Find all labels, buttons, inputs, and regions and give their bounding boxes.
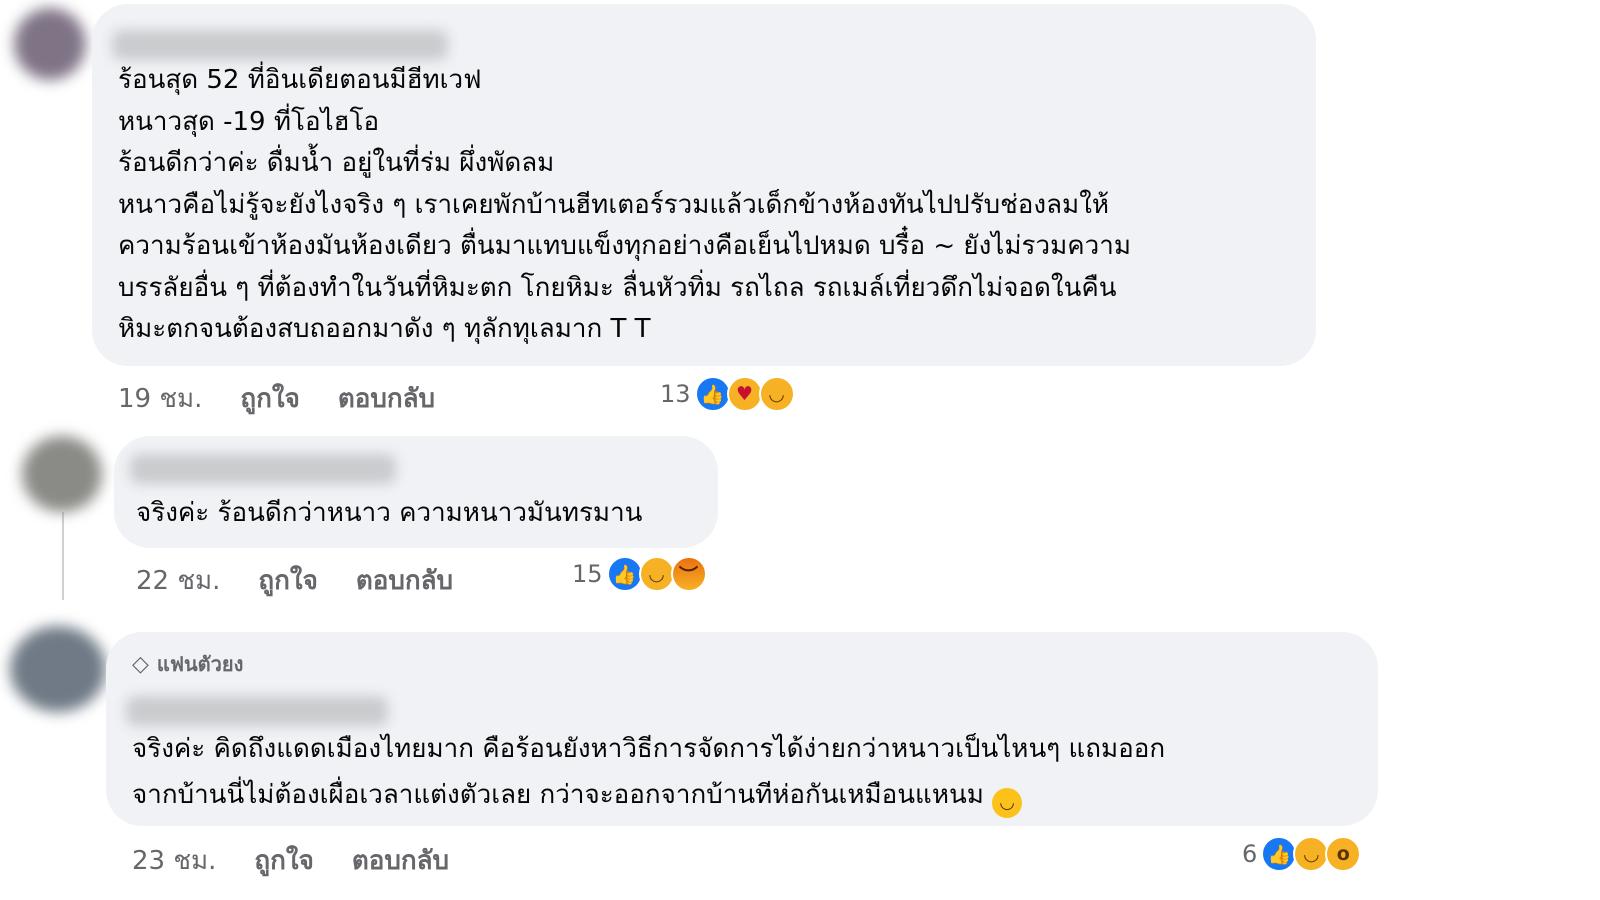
reply-button[interactable]: ตอบกลับ [356,560,453,601]
laugh-icon: ◡ [638,556,675,592]
thread-line [62,512,64,600]
avatar[interactable] [10,626,106,712]
reply-button[interactable]: ตอบกลับ [338,378,435,419]
comment-meta: 19 ชม. ถูกใจ ตอบกลับ [118,378,435,419]
like-button[interactable]: ถูกใจ [240,378,299,419]
comment-line: หนาวสุด -19 ที่โอไฮโอ [118,106,380,137]
care-icon: ♥ [726,376,763,412]
like-button[interactable]: ถูกใจ [258,560,317,601]
comment-line: ร้อนสุด 52 ที่อินเดียตอนมีฮีทเวฟ [118,65,482,95]
comment-meta: 22 ชม. ถูกใจ ตอบกลับ [136,560,453,601]
comment-line: จริงค่ะ คิดถึงแดดเมืองไทยมาก คือร้อนยังห… [132,734,1166,764]
reaction-summary[interactable]: 15 👍 ◡ ︶ [572,556,707,592]
like-icon: 👍 [1261,836,1298,872]
wow-icon: o [1325,836,1362,872]
like-icon: 👍 [694,376,731,412]
comment-text: ร้อนสุด 52 ที่อินเดียตอนมีฮีทเวฟ หนาวสุด… [118,60,1131,351]
reaction-count: 6 [1242,840,1258,868]
avatar[interactable] [14,8,86,80]
comment-line: จริงค่ะ ร้อนดีกว่าหนาว ความหนาวมันทรมาน [136,498,643,528]
commenter-name-blurred[interactable] [126,696,388,726]
reaction-count: 13 [660,380,691,408]
comment-text: จริงค่ะ คิดถึงแดดเมืองไทยมาก คือร้อนยังห… [132,726,1165,818]
reaction-summary[interactable]: 13 👍 ♥ ◡ [660,376,795,412]
comment-line: ร้อนดีกว่าค่ะ ดื่มน้ำ อยู่ในที่ร่ม ผึ่งพ… [118,148,555,178]
sweat-smile-emoji-icon: ◡ [992,788,1023,818]
comment-timestamp[interactable]: 22 ชม. [136,560,220,601]
laugh-icon: ◡ [1293,836,1330,872]
comment-timestamp[interactable]: 23 ชม. [132,840,216,881]
like-icon: 👍 [606,556,643,592]
like-button[interactable]: ถูกใจ [254,840,313,881]
angry-icon: ︶ [670,556,707,592]
comments-section: ร้อนสุด 52 ที่อินเดียตอนมีฮีทเวฟ หนาวสุด… [0,0,1600,900]
diamond-icon: ◇ [132,651,149,677]
commenter-name-blurred[interactable] [130,454,396,484]
badge-label: แฟนตัวยง [156,652,244,676]
comment-meta: 23 ชม. ถูกใจ ตอบกลับ [132,840,449,881]
comment-line: หนาวคือไม่รู้จะยังไงจริง ๆ เราเคยพักบ้าน… [118,189,1110,220]
commenter-name-blurred[interactable] [112,30,448,60]
comment-line: บรรลัยอื่น ๆ ที่ต้องทำในวันที่หิมะตก โกย… [118,272,1117,303]
laugh-icon: ◡ [758,376,795,412]
comment-timestamp[interactable]: 19 ชม. [118,378,202,419]
comment-line-text: จากบ้านนี่ไม่ต้องเผื่อเวลาแต่งตัวเลย กว่… [132,780,984,810]
comment-line: ความร้อนเข้าห้องมันห้องเดียว ตื่นมาแทบแข… [118,231,1131,261]
comment-line: หิมะตกจนต้องสบถออกมาดัง ๆ ทุลักทุเลมาก T… [118,314,651,344]
top-fan-badge: ◇ แฟนตัวยง [132,648,243,680]
reaction-summary[interactable]: 6 👍 ◡ o [1242,836,1362,872]
avatar[interactable] [22,436,102,512]
reaction-count: 15 [572,560,603,588]
comment-line: จากบ้านนี่ไม่ต้องเผื่อเวลาแต่งตัวเลย กว่… [132,772,1165,818]
comment-text: จริงค่ะ ร้อนดีกว่าหนาว ความหนาวมันทรมาน [136,493,642,535]
reply-button[interactable]: ตอบกลับ [352,840,449,881]
